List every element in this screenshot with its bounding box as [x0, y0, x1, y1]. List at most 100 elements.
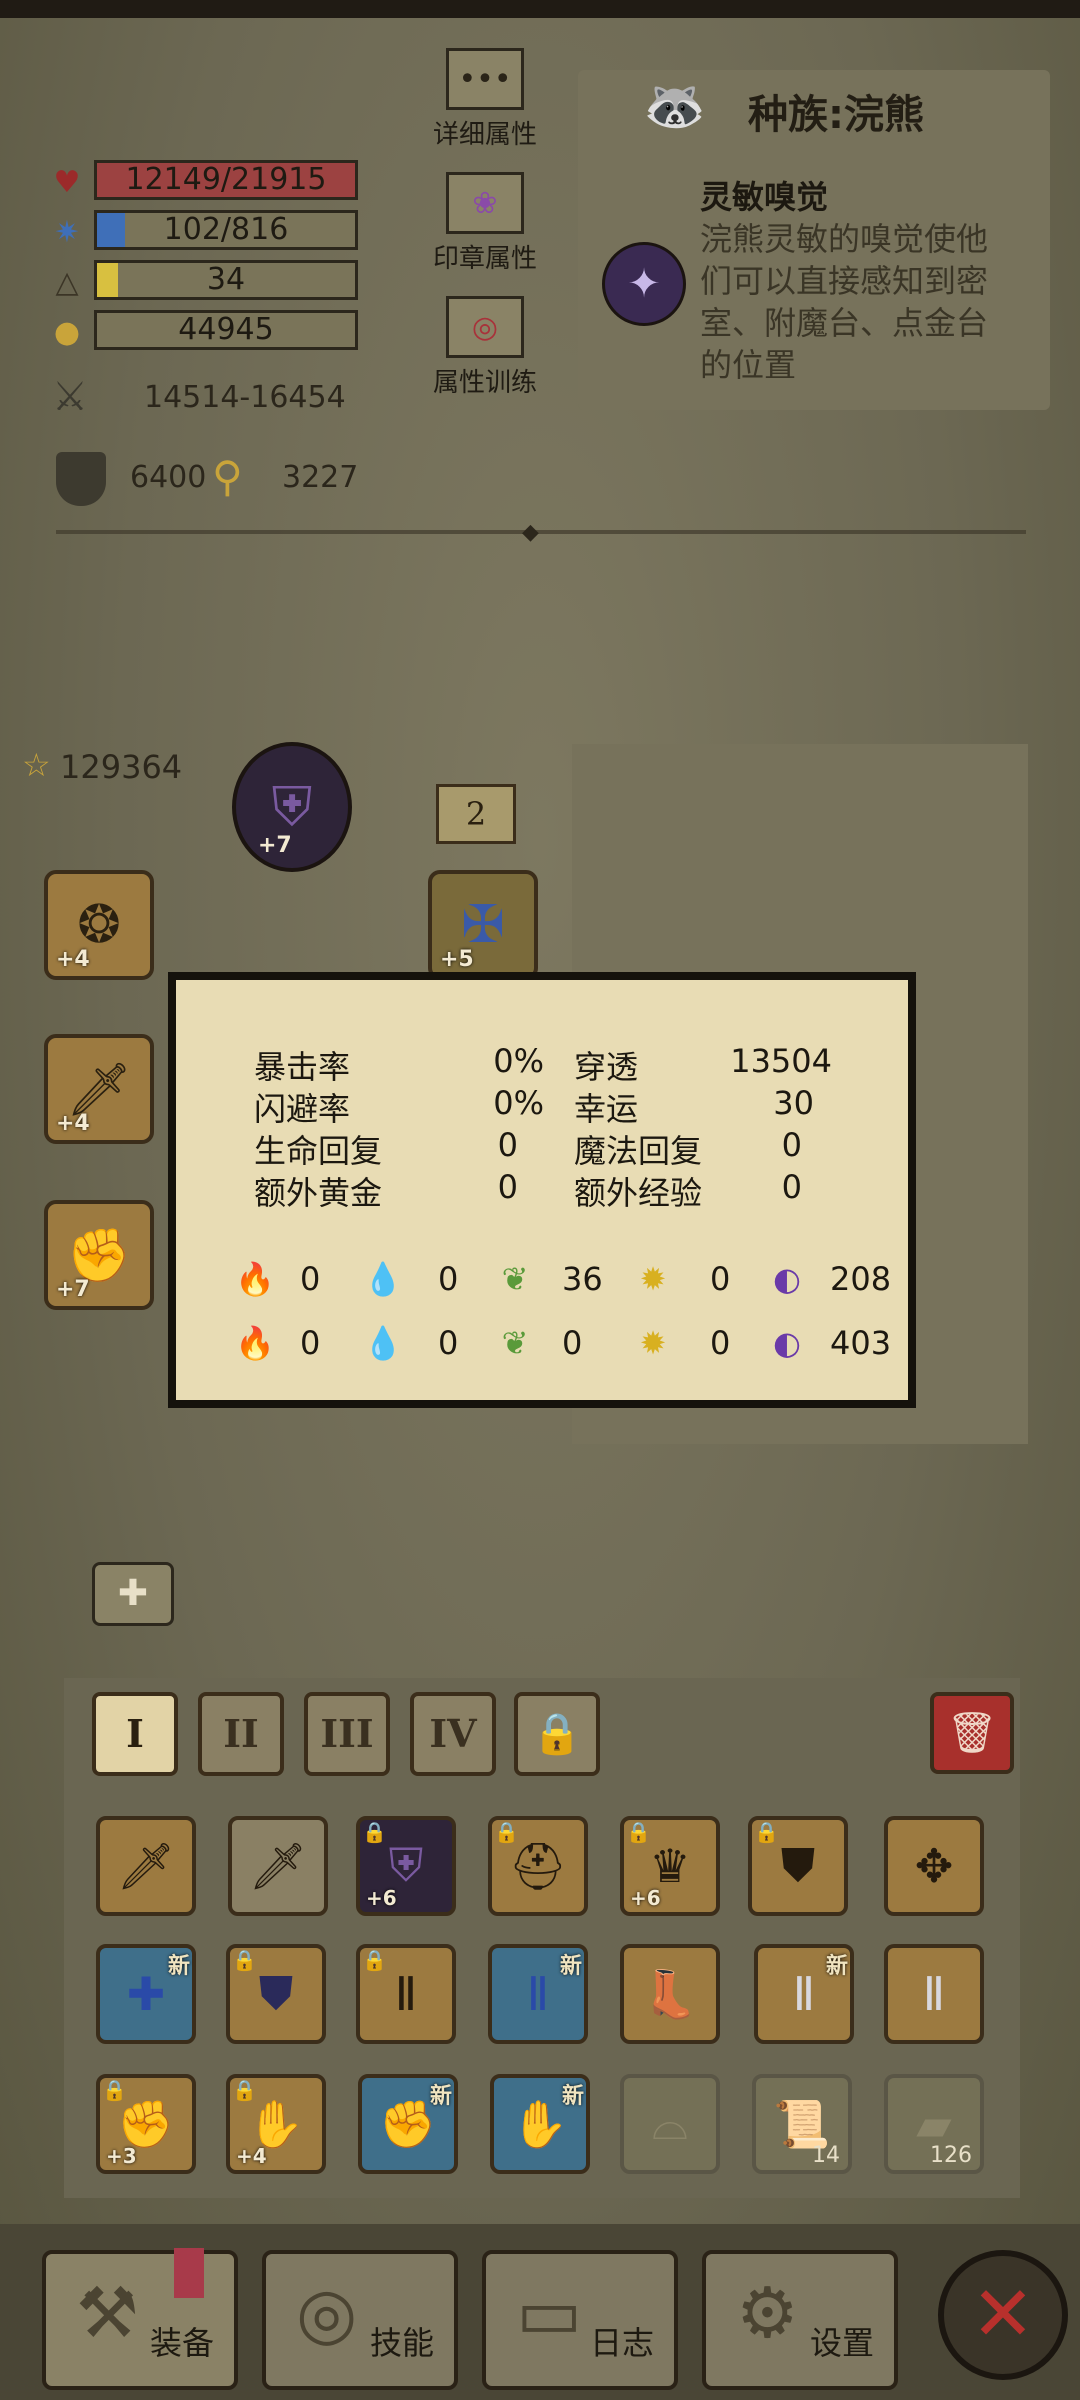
hp-bar: 12149/21915 — [94, 160, 358, 200]
nav-skills-label: 技能 — [369, 2324, 434, 2362]
fire-resist-icon: 🔥 — [235, 1324, 275, 1362]
circlet-icon: ♛ — [649, 1839, 691, 1893]
race-skill-desc: 浣熊灵敏的嗅觉使他 们可以直接感知到密 室、附魔台、点金台 的位置 — [700, 218, 988, 386]
attr-training-label: 属性训练 — [432, 368, 537, 398]
tab-page-2[interactable]: II — [198, 1692, 284, 1776]
water-resist-icon: 💧 — [363, 1324, 403, 1362]
dark-attack-icon: ◐ — [773, 1260, 801, 1298]
water-attack-icon: 💧 — [363, 1260, 403, 1298]
inventory-slot[interactable]: ▰ 126 — [884, 2074, 984, 2174]
lock-icon: 🔒 — [532, 1711, 582, 1757]
level-text: 34 — [206, 262, 246, 297]
tab-page-3[interactable]: III — [304, 1692, 390, 1776]
attr-training-button[interactable]: ◎ 属性训练 — [430, 296, 540, 399]
nav-log-button[interactable]: ▭ 日志 — [482, 2250, 678, 2390]
inventory-slot[interactable]: 🗡 — [228, 1816, 328, 1916]
gold-bonus-label: 额外黄金 — [254, 1174, 383, 1212]
silver-greaves-icon: Ⅱ — [922, 1967, 946, 2021]
inventory-slot[interactable]: Ⅱ — [884, 1944, 984, 2044]
inventory-slot[interactable]: Ⅱ新 — [488, 1944, 588, 2044]
equip-slot-necklace[interactable]: ❂ +4 — [44, 870, 154, 980]
equip-slot-shoulder[interactable]: ✠ +5 — [428, 870, 538, 980]
slot-plus: +4 — [56, 947, 90, 972]
knight-helmet-icon: ⛑ — [508, 1838, 568, 1893]
dark-resist-icon: ◐ — [773, 1324, 801, 1362]
inventory-slot[interactable]: ⌓ — [620, 2074, 720, 2174]
inventory-slot[interactable]: ✊ 新 — [358, 2074, 458, 2174]
level-icon: △ — [55, 265, 79, 300]
item-count: 126 — [930, 2143, 972, 2168]
level-row: △ 34 — [50, 260, 360, 304]
gold-bonus-value: 0 — [497, 1168, 518, 1206]
leather-pants-icon: Ⅱ — [394, 1967, 418, 2021]
detail-attr-button[interactable]: ••• 详细属性 — [430, 48, 540, 151]
inventory-slot[interactable]: Ⅱ新 — [754, 1944, 854, 2044]
nav-skills-button[interactable]: ◎ 技能 — [262, 2250, 458, 2390]
expand-plus-button[interactable]: ✚ — [92, 1562, 174, 1626]
crit-value: 0% — [493, 1042, 544, 1080]
tab-locked[interactable]: 🔒 — [514, 1692, 600, 1776]
close-button[interactable]: ✕ — [938, 2250, 1068, 2380]
seal-attr-label: 印章属性 — [432, 244, 537, 274]
luck-label: 幸运 — [574, 1090, 639, 1128]
inventory-slot[interactable]: ⛨ 🔒 +6 — [356, 1816, 456, 1916]
race-skill-name: 灵敏嗅觉 — [700, 178, 829, 216]
crossed-swords-icon: ⚔ — [52, 374, 88, 420]
inventory-slot[interactable]: ✚ 新 — [96, 1944, 196, 2044]
inventory-slot[interactable]: 📜 14 — [752, 2074, 852, 2174]
slot-plus: +4 — [236, 2144, 267, 2168]
inventory-slot[interactable]: ⛊ 🔒 — [748, 1816, 848, 1916]
seal-attr-button[interactable]: ❀ 印章属性 — [430, 172, 540, 275]
nav-equipment-button[interactable]: ⚒ 装备 — [42, 2248, 238, 2390]
dark-glove-icon: ✊ — [379, 2096, 437, 2151]
magic-resist-value: 3227 — [282, 460, 359, 495]
hp-text: 12149/21915 — [125, 162, 327, 197]
light-resist-icon: ✹ — [639, 1324, 667, 1362]
equip-slot-weapon[interactable]: 🗡 +4 — [44, 1034, 154, 1144]
inventory-slot[interactable]: Ⅱ 🔒 — [356, 1944, 456, 2044]
mp-row: ✷ 102/816 — [50, 210, 360, 254]
hat-icon: ⌓ — [651, 2096, 689, 2150]
light-attack-value: 0 — [710, 1260, 731, 1298]
inventory-slot[interactable]: ♛ 🔒 +6 — [620, 1816, 720, 1916]
gold-icon: ● — [53, 315, 81, 350]
water-attack-value: 0 — [438, 1260, 459, 1298]
boots-icon: 👢 — [641, 1966, 699, 2021]
light-resist-value: 0 — [710, 1324, 731, 1362]
tab-page-4[interactable]: IV — [410, 1692, 496, 1776]
top-frame — [0, 0, 1080, 18]
trash-button[interactable]: 🗑 — [930, 1692, 1014, 1774]
lock-icon: 🔒 — [362, 1820, 387, 1844]
inventory-slot[interactable]: ✥ — [884, 1816, 984, 1916]
inventory-slot[interactable]: ✊ 🔒 +3 — [96, 2074, 196, 2174]
nav-settings-button[interactable]: ⚙ 设置 — [702, 2250, 898, 2390]
inventory-slot[interactable]: ✋ 新 — [490, 2074, 590, 2174]
necklace-icon: ❂ — [77, 895, 121, 955]
nav-log-label: 日志 — [589, 2324, 654, 2362]
dodge-value: 0% — [493, 1084, 544, 1122]
shoulder-armor-icon: ✠ — [461, 895, 505, 955]
detail-attr-label: 详细属性 — [432, 120, 537, 150]
nav-settings-label: 设置 — [809, 2324, 874, 2362]
race-title: 种族:浣熊 — [748, 92, 924, 138]
attack-value: 14514-16454 — [144, 380, 346, 415]
inventory-slot[interactable]: 🗡 — [96, 1816, 196, 1916]
level-bar: 34 — [94, 260, 358, 300]
gold-bar: 44945 — [94, 310, 358, 350]
inventory-slot[interactable]: ⛑ 🔒 — [488, 1816, 588, 1916]
page-badge[interactable]: 2 — [436, 784, 516, 844]
hp-regen-label: 生命回复 — [254, 1132, 383, 1170]
equip-slot-gloves[interactable]: ✊ +7 — [44, 1200, 154, 1310]
nature-attack-icon: ❦ — [501, 1260, 529, 1298]
helmet-slot[interactable]: ⛨ +7 — [232, 742, 352, 872]
inventory-slot[interactable]: 👢 — [620, 1944, 720, 2044]
crit-label: 暴击率 — [254, 1048, 351, 1086]
close-icon: ✕ — [971, 2269, 1035, 2358]
tab-page-1[interactable]: I — [92, 1692, 178, 1776]
slot-plus: +3 — [106, 2144, 137, 2168]
new-tag: 新 — [561, 2084, 584, 2109]
inventory-slot[interactable]: ✋ 🔒 +4 — [226, 2074, 326, 2174]
slot-plus: +6 — [630, 1886, 661, 1910]
pen-label: 穿透 — [574, 1048, 639, 1086]
inventory-slot[interactable]: ⛊ 🔒 — [226, 1944, 326, 2044]
